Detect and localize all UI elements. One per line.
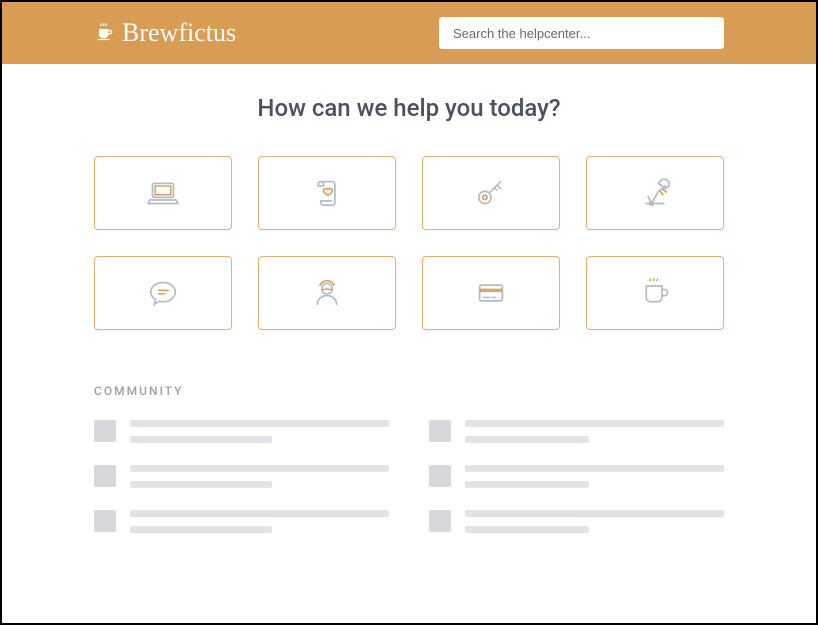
user-icon	[306, 272, 348, 314]
placeholder-line	[465, 526, 589, 533]
placeholder-line	[130, 420, 389, 427]
placeholder-line	[465, 465, 724, 472]
placeholder-line	[130, 510, 389, 517]
community-list	[94, 420, 724, 533]
logo[interactable]: Brewfictus	[94, 18, 236, 48]
category-card-lamp[interactable]	[586, 156, 724, 230]
placeholder-line	[130, 465, 389, 472]
main-content: How can we help you today?	[2, 64, 816, 533]
creditcard-icon	[470, 272, 512, 314]
cup-icon	[94, 23, 114, 43]
placeholder-line	[465, 481, 589, 488]
list-item[interactable]	[94, 420, 389, 443]
placeholder-line	[465, 510, 724, 517]
header: Brewfictus	[2, 2, 816, 64]
placeholder-line	[130, 526, 272, 533]
thumb-icon	[429, 510, 451, 532]
list-item[interactable]	[429, 465, 724, 488]
scroll-heart-icon	[306, 172, 348, 214]
mug-icon	[634, 272, 676, 314]
category-card-chat[interactable]	[94, 256, 232, 330]
category-card-scroll[interactable]	[258, 156, 396, 230]
list-item[interactable]	[429, 510, 724, 533]
category-card-laptop[interactable]	[94, 156, 232, 230]
category-card-mug[interactable]	[586, 256, 724, 330]
thumb-icon	[94, 420, 116, 442]
brand-name: Brewfictus	[122, 18, 236, 48]
laptop-icon	[142, 172, 184, 214]
thumb-icon	[94, 510, 116, 532]
placeholder-line	[465, 436, 589, 443]
placeholder-line	[130, 436, 272, 443]
thumb-icon	[429, 465, 451, 487]
category-card-creditcard[interactable]	[422, 256, 560, 330]
lamp-icon	[634, 172, 676, 214]
category-grid	[94, 156, 724, 330]
app-window: Brewfictus How can we help you today?	[0, 0, 818, 625]
placeholder-line	[130, 481, 272, 488]
category-card-key[interactable]	[422, 156, 560, 230]
chat-icon	[142, 272, 184, 314]
key-icon	[470, 172, 512, 214]
search-input[interactable]	[439, 17, 724, 49]
list-item[interactable]	[94, 510, 389, 533]
category-card-user[interactable]	[258, 256, 396, 330]
list-item[interactable]	[94, 465, 389, 488]
placeholder-line	[465, 420, 724, 427]
thumb-icon	[94, 465, 116, 487]
page-title: How can we help you today?	[94, 94, 724, 122]
thumb-icon	[429, 420, 451, 442]
community-section-label: COMMUNITY	[94, 384, 724, 398]
list-item[interactable]	[429, 420, 724, 443]
